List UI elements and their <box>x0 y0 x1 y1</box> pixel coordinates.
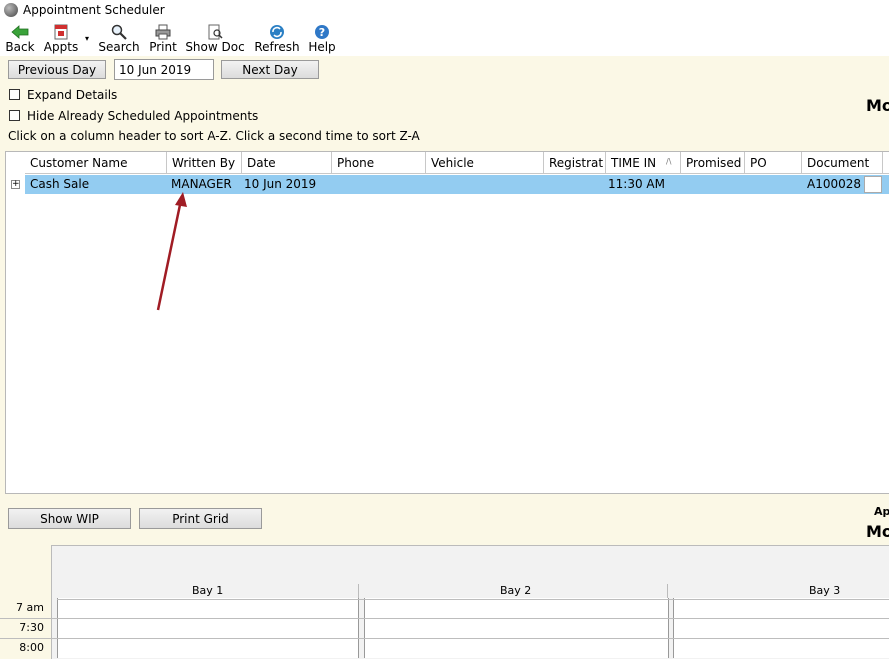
cell-po <box>745 175 802 194</box>
column-header-vehicle[interactable]: Vehicle <box>426 152 544 174</box>
row-action-box[interactable] <box>864 176 882 193</box>
column-header-customer-name[interactable]: Customer Name <box>25 152 167 174</box>
refresh-button[interactable]: Refresh <box>253 22 301 56</box>
bay-2-header: Bay 2 <box>500 584 532 597</box>
column-header-phone[interactable]: Phone <box>332 152 426 174</box>
column-header-date[interactable]: Date <box>242 152 332 174</box>
row-expand-icon[interactable]: + <box>11 180 20 189</box>
cell-vehicle <box>426 175 544 194</box>
schedule-day-heading: Mo <box>866 522 889 541</box>
refresh-label: Refresh <box>254 40 300 54</box>
cell-registration <box>544 175 606 194</box>
expand-details-label: Expand Details <box>27 88 118 102</box>
back-label: Back <box>5 40 35 54</box>
appts-dropdown-icon[interactable]: ▾ <box>85 34 89 43</box>
print-icon <box>155 24 171 40</box>
bay-3-header: Bay 3 <box>809 584 841 597</box>
time-label-800: 8:00 <box>19 641 44 654</box>
bay-divider <box>358 584 359 598</box>
calendar-icon <box>54 24 68 40</box>
appts-label: Appts <box>43 40 79 54</box>
date-input[interactable] <box>114 59 214 80</box>
window-title: Appointment Scheduler <box>23 3 165 17</box>
sort-hint: Click on a column header to sort A-Z. Cl… <box>8 129 420 143</box>
column-header-promised[interactable]: Promised <box>681 152 745 174</box>
print-grid-button[interactable]: Print Grid <box>139 508 262 529</box>
bay-1-column[interactable] <box>57 598 359 658</box>
document-magnifier-icon <box>208 24 223 40</box>
previous-day-button[interactable]: Previous Day <box>8 60 106 79</box>
hide-scheduled-label: Hide Already Scheduled Appointments <box>27 109 259 123</box>
refresh-icon <box>270 25 284 39</box>
hide-scheduled-checkbox[interactable] <box>9 110 20 121</box>
schedule-heading-small: Ap <box>874 505 889 518</box>
back-button[interactable]: Back <box>3 22 37 56</box>
bay-3-column[interactable] <box>673 598 889 658</box>
svg-text:?: ? <box>319 26 325 39</box>
bay-divider <box>667 584 668 598</box>
column-header-document[interactable]: Document <box>802 152 883 174</box>
sort-ascending-icon: /\ <box>666 157 672 166</box>
next-day-button[interactable]: Next Day <box>221 60 319 79</box>
cell-written-by: MANAGER <box>171 177 232 191</box>
search-label: Search <box>98 40 140 54</box>
toolbar: Back Appts ▾ Search Print Show Doc Refre… <box>0 22 889 56</box>
column-header-po[interactable]: PO <box>745 152 802 174</box>
day-heading: Mo <box>866 96 889 115</box>
show-doc-label: Show Doc <box>185 40 245 54</box>
appointments-grid <box>5 151 889 494</box>
time-label-730: 7:30 <box>19 621 44 634</box>
help-button[interactable]: ? Help <box>307 22 337 56</box>
help-label: Help <box>308 40 336 54</box>
time-slot-line <box>57 599 889 600</box>
column-header-extra[interactable] <box>883 152 889 174</box>
table-row[interactable]: Cash Sale MANAGER 10 Jun 2019 11:30 AM A… <box>25 175 889 194</box>
cell-promised <box>681 175 745 194</box>
cell-time-in: 11:30 AM <box>608 177 665 191</box>
print-button[interactable]: Print <box>148 22 178 56</box>
column-header-time-in[interactable]: TIME IN /\ <box>606 152 681 174</box>
search-button[interactable]: Search <box>97 22 141 56</box>
cell-customer-name: Cash Sale <box>30 177 90 191</box>
time-slot-line <box>0 618 889 619</box>
show-doc-button[interactable]: Show Doc <box>185 22 245 56</box>
app-logo-icon <box>4 3 18 17</box>
search-icon <box>111 24 127 40</box>
appts-button[interactable]: Appts <box>42 22 80 56</box>
time-slot-line <box>0 638 889 639</box>
column-header-written-by[interactable]: Written By <box>167 152 242 174</box>
show-wip-button[interactable]: Show WIP <box>8 508 131 529</box>
grid-header: Customer Name Written By Date Phone Vehi… <box>25 152 889 174</box>
time-label-7am: 7 am <box>16 601 44 614</box>
back-arrow-icon <box>11 25 29 39</box>
time-in-label: TIME IN <box>611 156 657 170</box>
column-header-registration[interactable]: Registrat <box>544 152 606 174</box>
bay-2-column[interactable] <box>364 598 669 658</box>
help-icon: ? <box>315 25 329 39</box>
expand-details-checkbox[interactable] <box>9 89 20 100</box>
print-label: Print <box>149 40 177 54</box>
cell-phone <box>332 175 426 194</box>
bay-1-header: Bay 1 <box>192 584 224 597</box>
cell-date: 10 Jun 2019 <box>244 177 317 191</box>
